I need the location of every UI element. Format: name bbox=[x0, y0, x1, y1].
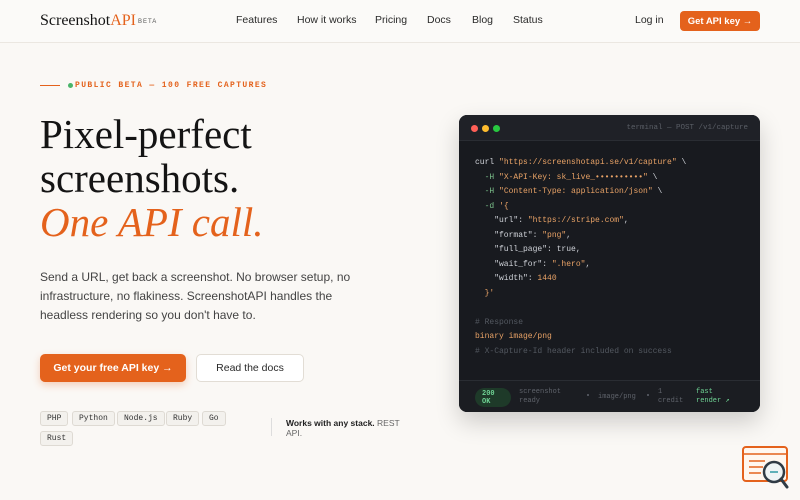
stack-note: Works with any stack. REST API. bbox=[286, 418, 406, 438]
nav-link-docs[interactable]: Docs bbox=[427, 14, 451, 26]
terminal-title-bar: terminal — POST /v1/capture bbox=[459, 115, 760, 141]
nav-link-pricing[interactable]: Pricing bbox=[375, 14, 407, 26]
logo-api-text: API bbox=[110, 12, 136, 29]
close-dot-icon[interactable] bbox=[471, 125, 478, 132]
hero-title-line-1: Pixel-perfect bbox=[40, 111, 252, 157]
nav-link-features[interactable]: Features bbox=[236, 14, 277, 26]
beta-tag: BETA bbox=[137, 19, 158, 25]
hero-subtitle-line-3: headless rendering so you don't have to. bbox=[40, 308, 256, 322]
badge-text: PUBLIC BETA — 100 FREE CAPTURES bbox=[75, 81, 268, 90]
hero-subtitle-line-1: Send a URL, get back a screenshot. No br… bbox=[40, 270, 351, 284]
status-dot-icon bbox=[68, 83, 73, 88]
language-chip-php[interactable]: PHP bbox=[40, 411, 69, 426]
get-api-key-button[interactable]: Get API key → bbox=[680, 11, 760, 31]
hero-subtitle-line-2: infrastructure, no flakiness. Screenshot… bbox=[40, 289, 333, 303]
badge-rule bbox=[40, 85, 60, 86]
credit-label: 1 credit bbox=[658, 388, 684, 405]
read-docs-button[interactable]: Read the docs bbox=[196, 354, 304, 382]
minimize-dot-icon[interactable] bbox=[482, 125, 489, 132]
nav-link-how-it-works[interactable]: How it works bbox=[297, 14, 357, 26]
beta-badge: PUBLIC BETA — 100 FREE CAPTURES bbox=[40, 81, 267, 90]
mime-type-label: image/png bbox=[598, 393, 636, 401]
chat-search-icon[interactable] bbox=[741, 445, 791, 491]
logo[interactable]: ScreenshotAPI BETA bbox=[40, 12, 157, 30]
terminal-footer: 200 OK screenshot ready image/png 1 credit … bbox=[459, 380, 760, 412]
nav-link-blog[interactable]: Blog bbox=[472, 14, 493, 26]
nav-link-status[interactable]: Status bbox=[513, 14, 543, 26]
language-chip-ruby[interactable]: Ruby bbox=[166, 411, 200, 426]
stack-divider bbox=[271, 418, 272, 436]
logo-text: Screenshot bbox=[40, 12, 111, 29]
language-chip-rust[interactable]: Rust bbox=[40, 431, 74, 446]
terminal-window: terminal — POST /v1/capture curl "https:… bbox=[459, 115, 760, 412]
fast-render-link[interactable]: fast render ↗ bbox=[696, 388, 730, 406]
screenshot-ready-label: screenshot ready bbox=[519, 388, 562, 405]
language-chip-go[interactable]: Go bbox=[202, 411, 226, 426]
terminal-title: terminal — POST /v1/capture bbox=[626, 124, 748, 132]
footer-separator bbox=[587, 394, 589, 396]
top-navigation: ScreenshotAPI BETA Features How it works … bbox=[0, 0, 800, 43]
hero-title-line-2: screenshots. bbox=[40, 155, 240, 201]
stack-note-bold: Works with any stack. bbox=[286, 418, 375, 428]
maximize-dot-icon[interactable] bbox=[493, 125, 500, 132]
hero-title-line-3: One API call. bbox=[40, 199, 264, 245]
footer-separator bbox=[647, 394, 649, 396]
language-chip-nodejs[interactable]: Node.js bbox=[117, 411, 165, 426]
get-free-api-key-button[interactable]: Get your free API key → bbox=[40, 354, 186, 382]
language-chip-python[interactable]: Python bbox=[72, 411, 115, 426]
code-block: curl "https://screenshotapi.se/v1/captur… bbox=[475, 158, 687, 356]
status-badge: 200 OK bbox=[475, 388, 511, 407]
login-link[interactable]: Log in bbox=[635, 14, 664, 26]
